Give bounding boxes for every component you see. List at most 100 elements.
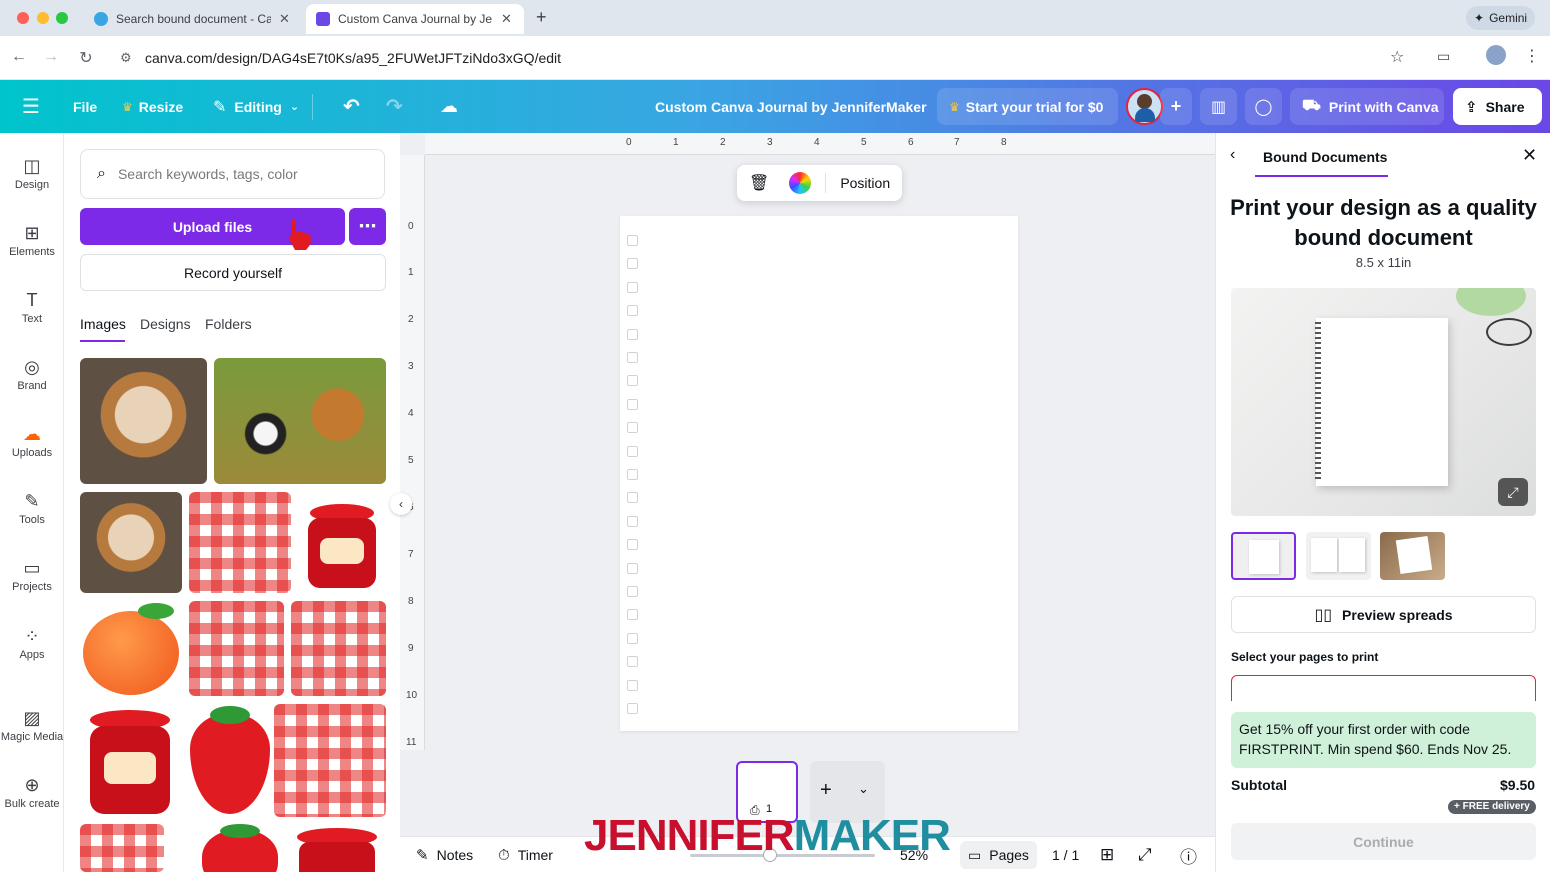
bookmark-star-icon[interactable]: ☆ xyxy=(1390,47,1404,67)
page-select-dropdown[interactable] xyxy=(1231,675,1536,701)
expand-icon[interactable]: ⤢ xyxy=(1498,478,1528,506)
hand-pointer-icon xyxy=(286,217,314,251)
rail-item-design[interactable]: ◫ Design xyxy=(0,153,64,191)
upload-thumbnail-gingham[interactable] xyxy=(189,601,284,696)
start-trial-button[interactable]: ♛ Start your trial for $0 xyxy=(937,88,1118,125)
gemini-label: Gemini xyxy=(1489,11,1528,25)
redo-icon[interactable]: ↷ xyxy=(386,80,403,133)
print-heading: Print your design as a quality bound doc… xyxy=(1230,195,1537,250)
chevron-down-icon[interactable]: ⌄ xyxy=(858,781,869,797)
close-icon[interactable]: ✕ xyxy=(279,11,290,27)
rail-item-uploads[interactable]: ☁ Uploads xyxy=(0,421,64,459)
position-button[interactable]: Position xyxy=(840,175,890,191)
close-icon[interactable]: ✕ xyxy=(501,11,512,27)
brand-icon: ◎ xyxy=(24,357,40,377)
upload-thumbnail-jam-jar[interactable] xyxy=(289,824,386,872)
rail-item-tools[interactable]: ✎ Tools xyxy=(0,488,64,526)
ruler-tick-label: 1 xyxy=(673,137,679,148)
tab-folders[interactable]: Folders xyxy=(205,316,252,332)
forward-icon[interactable]: → xyxy=(41,48,61,66)
fullscreen-icon[interactable]: ⤢ xyxy=(1138,837,1152,872)
upload-thumbnail-peach[interactable] xyxy=(80,601,182,696)
invite-plus-button[interactable]: + xyxy=(1160,88,1192,125)
sparkle-icon: ✦ xyxy=(1474,11,1485,25)
upload-thumbnail-gingham[interactable] xyxy=(189,492,291,593)
back-icon[interactable]: ← xyxy=(9,48,29,66)
search-input[interactable]: ⌕ Search keywords, tags, color xyxy=(80,149,385,199)
tab-label: Search bound document - Ca xyxy=(116,12,271,26)
new-tab-icon[interactable]: + xyxy=(536,7,547,28)
upload-thumbnail-gingham[interactable] xyxy=(291,601,386,696)
grid-view-icon[interactable]: ⊞ xyxy=(1100,837,1114,872)
mockup-thumbnail[interactable] xyxy=(1380,532,1445,580)
mockup-thumbnail[interactable] xyxy=(1306,532,1371,580)
help-icon[interactable]: ⓘ xyxy=(1180,837,1197,872)
upload-thumbnail-cat[interactable] xyxy=(80,492,182,593)
reload-icon[interactable]: ↻ xyxy=(76,48,96,68)
checklist-box xyxy=(627,656,638,668)
print-with-canva-button[interactable]: ⛟ Print with Canva xyxy=(1290,88,1444,125)
mockup-thumbnail[interactable] xyxy=(1231,532,1296,580)
rail-item-bulk-create[interactable]: ⊕ Bulk create xyxy=(0,772,64,810)
upload-thumbnail-strawberry[interactable] xyxy=(198,824,282,872)
back-chevron-icon[interactable]: ‹ xyxy=(1230,146,1235,164)
upload-thumbnail-jam-jar[interactable] xyxy=(80,704,181,817)
browser-tab-journal[interactable]: Custom Canva Journal by Je ✕ xyxy=(306,4,524,34)
rail-item-text[interactable]: T Text xyxy=(0,287,64,325)
user-avatar[interactable] xyxy=(1126,88,1163,125)
close-icon[interactable]: ✕ xyxy=(1522,145,1537,166)
cast-icon[interactable]: ▭ xyxy=(1437,48,1450,65)
file-menu[interactable]: File xyxy=(73,80,97,133)
design-title[interactable]: Custom Canva Journal by JenniferMaker xyxy=(655,80,927,133)
rail-item-elements[interactable]: ⊞ Elements xyxy=(0,220,64,258)
record-yourself-button[interactable]: Record yourself xyxy=(80,254,386,291)
window-close-dot[interactable] xyxy=(17,12,29,24)
share-button[interactable]: ⇪ Share xyxy=(1453,88,1542,125)
more-options-button[interactable]: ⋯ xyxy=(349,208,386,245)
design-page[interactable] xyxy=(620,216,1018,731)
cloud-saved-icon[interactable]: ☁ xyxy=(440,80,458,133)
editing-mode-button[interactable]: ✎ Editing ⌄ xyxy=(213,80,299,133)
pages-label: Pages xyxy=(989,847,1029,863)
tab-designs[interactable]: Designs xyxy=(140,316,191,332)
window-zoom-dot[interactable] xyxy=(56,12,68,24)
collapse-panel-button[interactable]: ‹ xyxy=(390,493,412,515)
url-field[interactable]: ⚙ canva.com/design/DAG4sE7t0Ks/a95_2FUWe… xyxy=(110,42,1430,74)
notes-button[interactable]: ✎ Notes xyxy=(416,837,473,872)
upload-thumbnail-cat[interactable] xyxy=(80,358,207,484)
preview-spreads-button[interactable]: ▯▯ Preview spreads xyxy=(1231,596,1536,633)
site-info-icon[interactable]: ⚙ xyxy=(120,50,132,66)
editing-label: Editing xyxy=(234,98,282,115)
window-minimize-dot[interactable] xyxy=(37,12,49,24)
profile-avatar[interactable] xyxy=(1486,45,1506,65)
pages-button[interactable]: ▭ Pages xyxy=(960,841,1037,869)
hamburger-menu-icon[interactable]: ☰ xyxy=(22,80,40,133)
pages-icon: ▭ xyxy=(968,846,982,863)
rail-item-projects[interactable]: ▭ Projects xyxy=(0,555,64,593)
timer-button[interactable]: ⏱ Timer xyxy=(498,837,553,872)
rail-item-magic-media[interactable]: ▨ Magic Media xyxy=(0,705,64,743)
rail-label: Elements xyxy=(9,246,55,258)
design-icon: ◫ xyxy=(23,156,41,176)
gemini-button[interactable]: ✦ Gemini xyxy=(1466,6,1536,30)
upload-thumbnail-jam-jar[interactable] xyxy=(298,492,386,593)
rail-item-brand[interactable]: ◎ Brand xyxy=(0,354,64,392)
comments-icon[interactable]: ◯ xyxy=(1245,88,1282,125)
resize-button[interactable]: ♛ Resize xyxy=(122,80,183,133)
ruler-tick-label: 10 xyxy=(406,690,418,701)
color-picker-icon[interactable] xyxy=(789,172,812,194)
rail-item-apps[interactable]: ⁘ Apps xyxy=(0,623,64,661)
upload-thumbnail-gingham[interactable] xyxy=(274,704,386,817)
upload-thumbnail-strawberry[interactable] xyxy=(188,704,272,817)
trash-icon[interactable]: 🗑 xyxy=(749,173,769,193)
tab-images[interactable]: Images xyxy=(80,316,126,332)
upload-thumbnail-dogs[interactable] xyxy=(214,358,386,484)
upload-thumbnail-gingham[interactable] xyxy=(80,824,164,872)
browser-tab-bar: Search bound document - Ca ✕ Custom Canv… xyxy=(0,0,1550,36)
browser-tab-search[interactable]: Search bound document - Ca ✕ xyxy=(84,4,302,34)
browser-menu-icon[interactable]: ⋮ xyxy=(1524,46,1540,66)
strawberry-leaves xyxy=(210,706,250,724)
continue-button[interactable]: Continue xyxy=(1231,823,1536,860)
undo-icon[interactable]: ↶ xyxy=(343,80,360,133)
insights-icon[interactable]: ▥ xyxy=(1200,88,1237,125)
